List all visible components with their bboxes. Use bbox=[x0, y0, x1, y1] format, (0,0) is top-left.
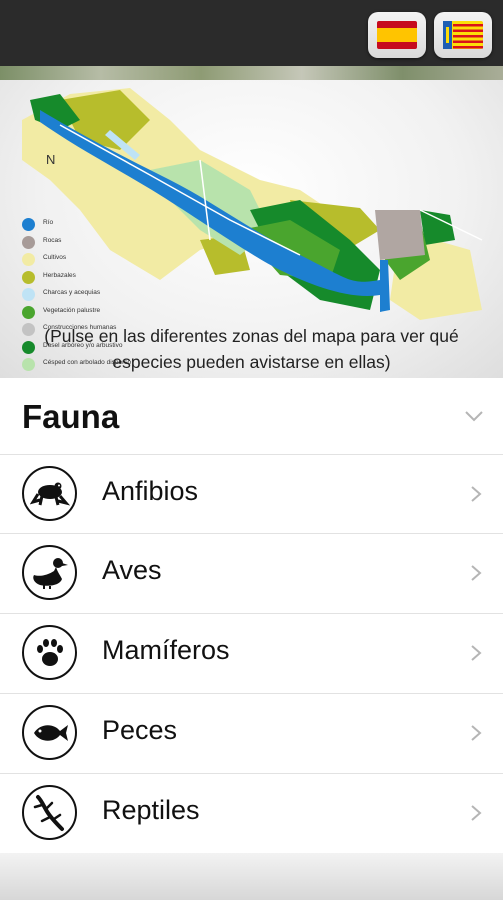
legend-swatch bbox=[22, 253, 35, 266]
legend-label: Rocas bbox=[43, 236, 62, 244]
chevron-right-icon bbox=[471, 805, 482, 821]
list-item-label: Anfibios bbox=[102, 476, 199, 506]
list-item-label: Aves bbox=[102, 555, 162, 585]
duck-icon bbox=[22, 545, 77, 600]
fish-icon bbox=[22, 705, 77, 760]
map-caption-line2: especies pueden avistarse en ellas) bbox=[112, 352, 391, 372]
list-item-reptiles[interactable]: Reptiles bbox=[0, 773, 503, 853]
map-caption-line1: (Pulse en las diferentes zonas del mapa … bbox=[44, 326, 459, 346]
chevron-down-icon bbox=[465, 411, 483, 422]
paw-print-icon bbox=[22, 625, 77, 680]
list-item-anfibios[interactable]: Anfibios bbox=[0, 454, 503, 534]
flag-valencia-icon bbox=[443, 21, 483, 49]
divider bbox=[0, 533, 503, 534]
flag-spain-icon bbox=[377, 21, 417, 49]
north-arrow-icon: N bbox=[46, 152, 55, 167]
zone-construcciones[interactable] bbox=[375, 210, 425, 260]
chevron-right-icon bbox=[471, 725, 482, 741]
list-item-peces[interactable]: Peces bbox=[0, 693, 503, 773]
list-item-mamiferos[interactable]: Mamíferos bbox=[0, 613, 503, 693]
zone-map[interactable] bbox=[0, 80, 503, 320]
language-spanish-button[interactable] bbox=[368, 12, 426, 58]
bottom-background bbox=[0, 853, 503, 900]
legend-swatch bbox=[22, 270, 35, 284]
habitat-map[interactable]: N Río Rocas Cultivos Herbazales Charcas y ac… bbox=[0, 66, 503, 378]
zone-rio-branch[interactable] bbox=[380, 260, 390, 312]
map-instructions: (Pulse en las diferentes zonas del mapa … bbox=[0, 323, 503, 375]
fauna-title: Fauna bbox=[22, 398, 120, 435]
zone-dosel-3[interactable] bbox=[420, 210, 455, 245]
language-valencian-button[interactable] bbox=[434, 12, 492, 58]
divider bbox=[0, 613, 503, 614]
divider bbox=[0, 693, 503, 694]
legend-label: Vegetación palustre bbox=[43, 306, 101, 314]
divider bbox=[0, 773, 503, 774]
aerial-photo-strip bbox=[0, 66, 503, 80]
frog-icon bbox=[22, 466, 77, 521]
fauna-section-header[interactable]: Fauna bbox=[0, 378, 503, 454]
list-item-label: Peces bbox=[102, 715, 178, 745]
chevron-right-icon bbox=[471, 486, 482, 502]
list-item-aves[interactable]: Aves bbox=[0, 533, 503, 613]
divider bbox=[0, 454, 503, 455]
top-bar bbox=[0, 0, 503, 66]
legend-label: Charcas y acequias bbox=[43, 289, 101, 296]
list-item-label: Mamíferos bbox=[102, 635, 230, 665]
legend-swatch bbox=[22, 218, 35, 231]
list-item-label: Reptiles bbox=[102, 795, 200, 825]
chevron-right-icon bbox=[471, 565, 482, 581]
north-label: N bbox=[46, 152, 56, 167]
legend-label: Río bbox=[43, 219, 54, 226]
legend-swatch bbox=[22, 235, 35, 249]
lizard-icon bbox=[22, 785, 77, 840]
legend-label: Herbazales bbox=[43, 271, 76, 279]
chevron-right-icon bbox=[471, 645, 482, 661]
legend-swatch bbox=[22, 288, 35, 301]
legend-swatch bbox=[22, 305, 35, 319]
legend-label: Cultivos bbox=[43, 254, 67, 261]
